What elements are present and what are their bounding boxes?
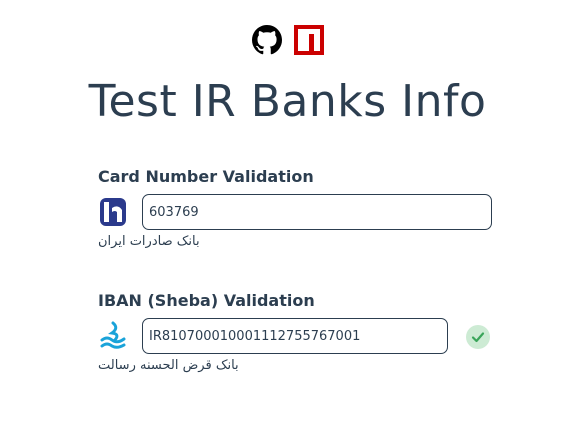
valid-status-badge <box>466 325 490 349</box>
page-title: Test IR Banks Info <box>88 76 487 127</box>
iban-label: IBAN (Sheba) Validation <box>98 291 315 310</box>
header-links <box>0 25 575 55</box>
card-number-label: Card Number Validation <box>98 167 314 186</box>
iban-input[interactable] <box>142 318 448 354</box>
check-icon <box>471 332 485 343</box>
npm-link[interactable] <box>293 25 324 55</box>
bank-resalat-icon <box>100 321 126 349</box>
card-number-input[interactable] <box>142 194 492 230</box>
bank-saderat-icon <box>100 198 126 226</box>
github-link[interactable] <box>251 25 282 55</box>
npm-icon <box>293 25 324 55</box>
github-icon <box>251 25 282 55</box>
card-bank-name: بانک صادرات ایران <box>98 234 200 249</box>
iban-bank-name: بانک قرض الحسنه رسالت <box>98 358 239 373</box>
